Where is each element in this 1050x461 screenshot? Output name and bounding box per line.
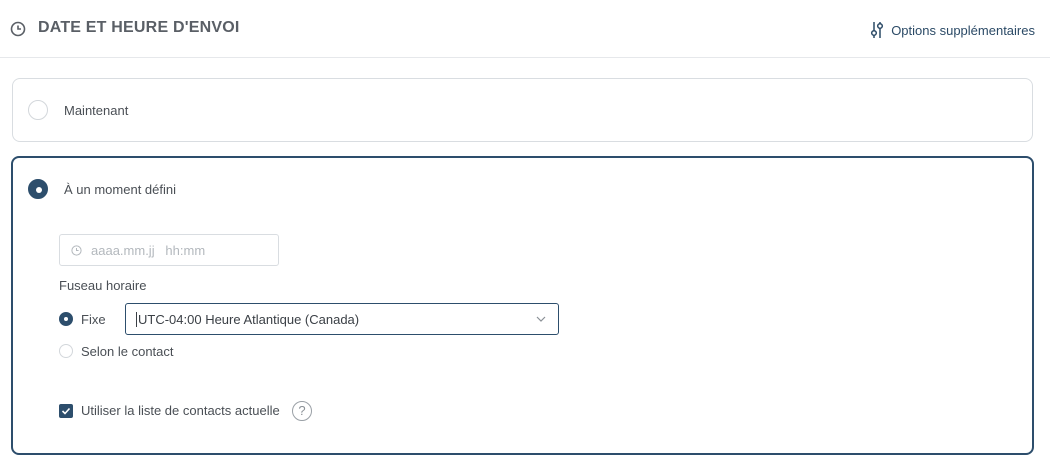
radio-defined-time[interactable] (28, 179, 48, 199)
clock-icon (10, 21, 26, 37)
timezone-select-value: UTC-04:00 Heure Atlantique (Canada) (136, 312, 360, 327)
option-card-now[interactable]: Maintenant (12, 78, 1033, 142)
radio-timezone-contact[interactable] (59, 344, 73, 358)
help-icon[interactable]: ? (292, 401, 312, 421)
timezone-fixed-label: Fixe (81, 312, 106, 327)
section-header: DATE ET HEURE D'ENVOI Options supplément… (0, 0, 1050, 58)
option-card-defined-time[interactable]: À un moment défini aaaa.mm.jj hh:mm Fuse… (11, 156, 1034, 455)
option-defined-time-label: À un moment défini (64, 182, 177, 197)
use-contact-list-checkbox[interactable] (59, 404, 73, 418)
additional-options-link[interactable]: Options supplémentaires (869, 20, 1035, 40)
timezone-title: Fuseau horaire (59, 278, 147, 293)
timezone-contact-label: Selon le contact (81, 344, 174, 359)
radio-now[interactable] (28, 100, 48, 120)
section-title: DATE ET HEURE D'ENVOI (38, 19, 240, 36)
radio-timezone-fixed[interactable] (59, 312, 73, 326)
additional-options-label: Options supplémentaires (891, 22, 1035, 38)
datetime-input[interactable]: aaaa.mm.jj hh:mm (59, 234, 279, 266)
chevron-down-icon (536, 316, 546, 322)
clock-icon (71, 245, 82, 256)
option-now-label: Maintenant (64, 103, 129, 118)
datetime-placeholder: aaaa.mm.jj hh:mm (91, 243, 206, 258)
tune-icon (871, 22, 884, 38)
check-icon (61, 407, 71, 415)
timezone-select[interactable]: UTC-04:00 Heure Atlantique (Canada) (125, 303, 559, 335)
use-contact-list-label: Utiliser la liste de contacts actuelle (81, 403, 280, 418)
